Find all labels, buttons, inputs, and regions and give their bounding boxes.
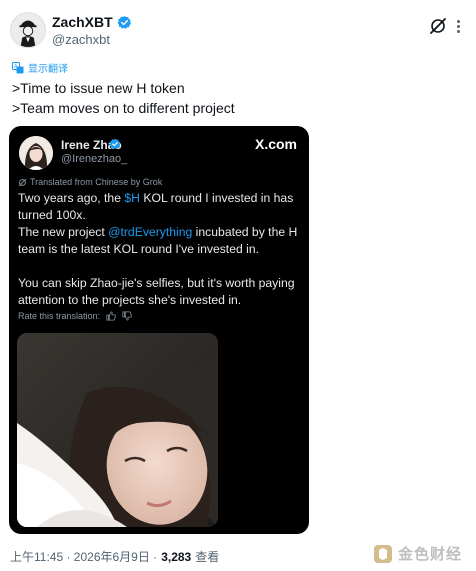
author-name[interactable]: ZachXBT [52, 14, 113, 30]
quoted-line: The new project @trdEverything incubated… [18, 224, 304, 241]
selfie-photo[interactable] [17, 333, 218, 527]
verified-badge-icon [109, 138, 121, 150]
show-translation-link[interactable]: A 显示翻译 [12, 60, 68, 75]
grok-icon [18, 178, 27, 186]
text-segment: KOL round I invested in has [139, 191, 294, 205]
text-segment: incubated by the H [192, 225, 298, 239]
selfie-image [17, 333, 218, 527]
woman-avatar-icon [19, 136, 53, 170]
author-avatar[interactable] [10, 12, 46, 48]
watermark-text: 金色财经 [397, 546, 462, 563]
grok-icon[interactable] [428, 16, 448, 36]
tweet-meta: 上午11:45 · 2026年6月9日 · 3,283 查看 [10, 548, 219, 565]
more-options-icon[interactable] [450, 17, 466, 35]
svg-text:A: A [14, 64, 18, 70]
watermark: 金色财经 [373, 543, 462, 564]
text-segment: The new project [18, 225, 109, 239]
view-count: 3,283 [161, 549, 192, 564]
quoted-line: team is the latest KOL round I've invest… [18, 242, 260, 256]
author-handle[interactable]: @zachxbt [52, 32, 110, 47]
grok-note-text: Translated from Chinese by Grok [30, 177, 163, 187]
watermark-logo-icon [373, 544, 392, 563]
views-label: 查看 [195, 550, 220, 564]
quoted-line: Two years ago, the $H KOL round I invest… [18, 190, 304, 207]
tweet-line: >Team moves on to different project [12, 100, 235, 116]
quoted-author-handle[interactable]: @Irenezhao_ [61, 153, 127, 165]
quoted-tweet-body: Two years ago, the $H KOL round I invest… [18, 190, 304, 309]
translate-icon: A [12, 61, 24, 73]
source-label: X.com [254, 136, 297, 152]
thumbs-down-icon[interactable] [122, 311, 132, 321]
cashtag-link[interactable]: $H [124, 191, 140, 205]
grok-translation-note: Translated from Chinese by Grok [18, 177, 162, 187]
verified-badge-icon [117, 15, 131, 29]
rate-translation-row: Rate this translation: [18, 311, 132, 321]
quoted-tweet-card[interactable]: Irene Zhao @Irenezhao_ X.com Translated … [9, 126, 309, 534]
rate-translation-label: Rate this translation: [18, 311, 101, 321]
quoted-author-avatar[interactable] [19, 136, 53, 170]
tweet-header: ZachXBT @zachxbt [10, 12, 466, 52]
tweet-body: >Time to issue new H token >Team moves o… [12, 78, 235, 118]
timestamp[interactable]: 上午11:45 · 2026年6月9日 · [10, 548, 157, 565]
text-segment: Two years ago, the [18, 191, 125, 205]
tweet-line: >Time to issue new H token [12, 80, 185, 96]
detective-avatar-icon [11, 13, 45, 47]
show-translation-label: 显示翻译 [28, 64, 68, 75]
quoted-line: turned 100x. [18, 208, 86, 222]
thumbs-up-icon[interactable] [106, 311, 116, 321]
quoted-line: You can skip Zhao-jie's selfies, but it'… [18, 276, 295, 290]
mention-link[interactable]: @trdEverything [108, 225, 192, 239]
quoted-line: attention to the projects she's invested… [18, 293, 242, 307]
